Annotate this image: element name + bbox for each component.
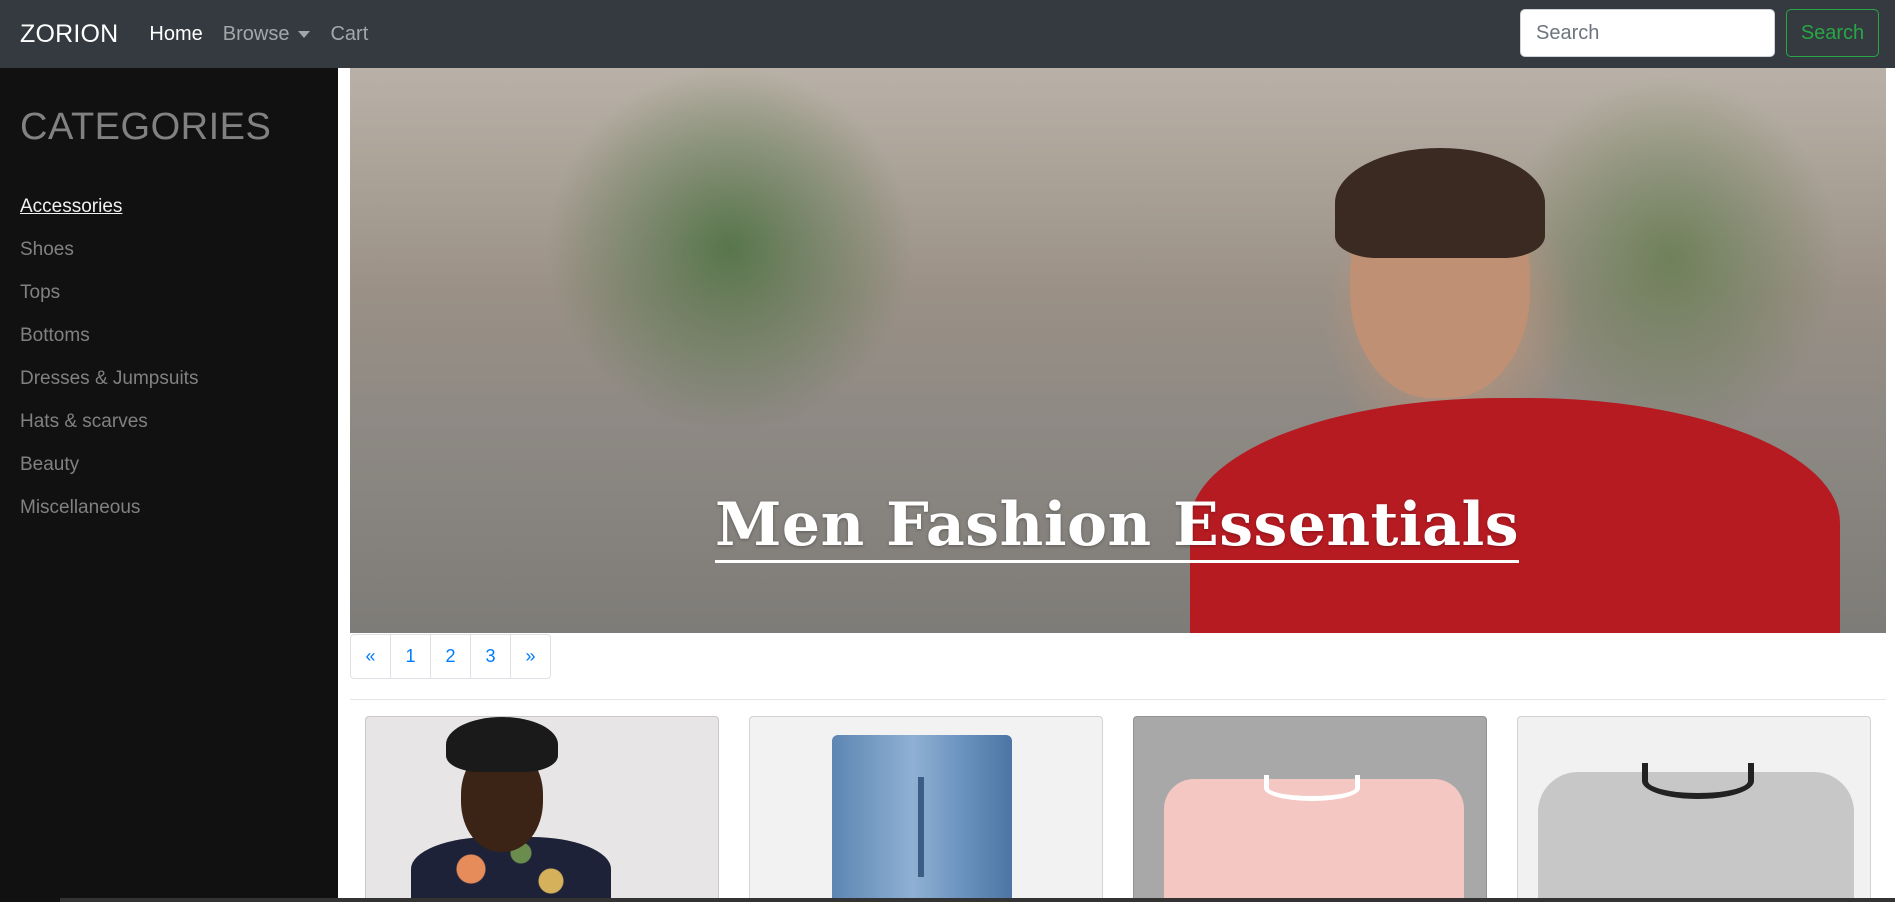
pagination-page-2[interactable]: 2 xyxy=(430,634,471,679)
category-item-hats-scarves[interactable]: Hats & scarves xyxy=(20,400,318,443)
product-image xyxy=(366,717,718,901)
category-item-tops[interactable]: Tops xyxy=(20,271,318,314)
nav-browse-label: Browse xyxy=(222,22,290,45)
product-card-floral-shirt[interactable] xyxy=(365,716,719,902)
search-form: Search xyxy=(1520,9,1879,57)
category-item-bottoms[interactable]: Bottoms xyxy=(20,314,318,357)
brand-logo[interactable]: ZORION xyxy=(20,20,118,49)
nav-cart-link[interactable]: Cart xyxy=(330,23,368,46)
nav-home-link[interactable]: Home xyxy=(149,23,202,46)
category-item-dresses-jumpsuits[interactable]: Dresses & Jumpsuits xyxy=(20,357,318,400)
nav-browse-dropdown[interactable]: Browse xyxy=(223,23,311,46)
pagination-page-3[interactable]: 3 xyxy=(470,634,511,679)
product-card-grey-tee[interactable] xyxy=(1517,716,1871,902)
hero-carousel[interactable]: Men Fashion Essentials xyxy=(350,68,1886,633)
pagination-prev[interactable]: « xyxy=(350,634,391,679)
chevron-down-icon xyxy=(298,30,311,38)
product-image xyxy=(1134,717,1486,901)
category-item-miscellaneous[interactable]: Miscellaneous xyxy=(20,486,318,529)
hero-title: Men Fashion Essentials xyxy=(715,491,1520,563)
horizontal-scrollbar[interactable] xyxy=(60,898,1895,902)
category-list: Accessories Shoes Tops Bottoms Dresses &… xyxy=(20,185,318,529)
category-item-beauty[interactable]: Beauty xyxy=(20,443,318,486)
product-card-pink-tee[interactable] xyxy=(1133,716,1487,902)
search-button[interactable]: Search xyxy=(1786,9,1879,57)
carousel-pagination: « 1 2 3 » xyxy=(350,634,551,679)
product-card-denim-shorts[interactable] xyxy=(749,716,1103,902)
top-navbar: ZORION Home Browse Cart Search xyxy=(0,0,1895,68)
sidebar-heading: CATEGORIES xyxy=(20,106,272,148)
pagination-next[interactable]: » xyxy=(510,634,551,679)
pagination-page-1[interactable]: 1 xyxy=(390,634,431,679)
hero-image-hair xyxy=(1335,148,1545,258)
product-image xyxy=(750,717,1102,901)
section-divider xyxy=(350,699,1886,700)
product-image xyxy=(1518,717,1870,901)
category-item-shoes[interactable]: Shoes xyxy=(20,228,318,271)
categories-sidebar: CATEGORIES Accessories Shoes Tops Bottom… xyxy=(0,68,338,902)
category-item-accessories[interactable]: Accessories xyxy=(20,185,318,228)
search-input[interactable] xyxy=(1520,9,1775,57)
